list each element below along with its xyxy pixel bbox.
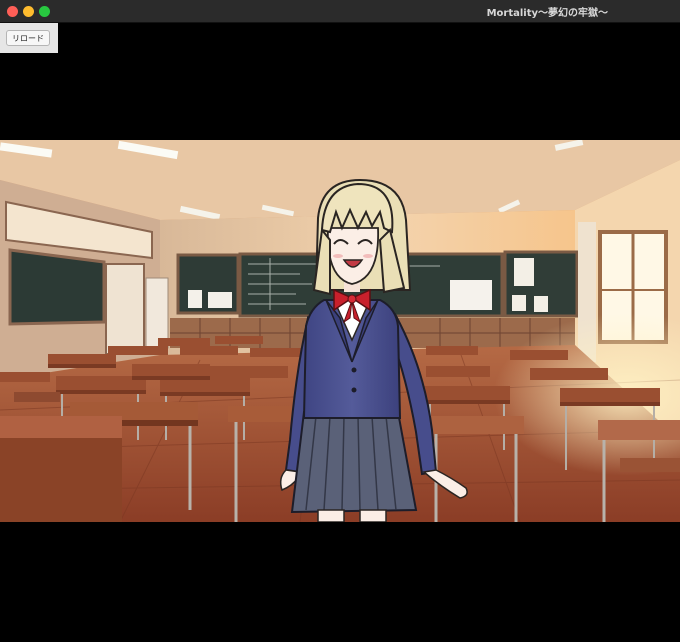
door-panel — [145, 277, 169, 349]
notice-paper — [514, 258, 534, 286]
classroom-door — [105, 263, 145, 355]
minimize-window-button[interactable] — [23, 6, 34, 17]
game-scene[interactable] — [0, 140, 680, 522]
toolbar: リロード — [0, 23, 58, 53]
classroom-scene-art — [0, 140, 680, 522]
close-window-button[interactable] — [7, 6, 18, 17]
window-title: Mortality～夢幻の牢獄～ — [486, 8, 608, 19]
window-titlebar: Mortality～夢幻の牢獄～ — [0, 0, 680, 23]
notice-paper — [208, 292, 232, 308]
reload-button[interactable]: リロード — [6, 30, 50, 46]
zoom-window-button[interactable] — [39, 6, 50, 17]
notice-paper — [188, 290, 202, 308]
side-blackboard — [8, 248, 106, 326]
